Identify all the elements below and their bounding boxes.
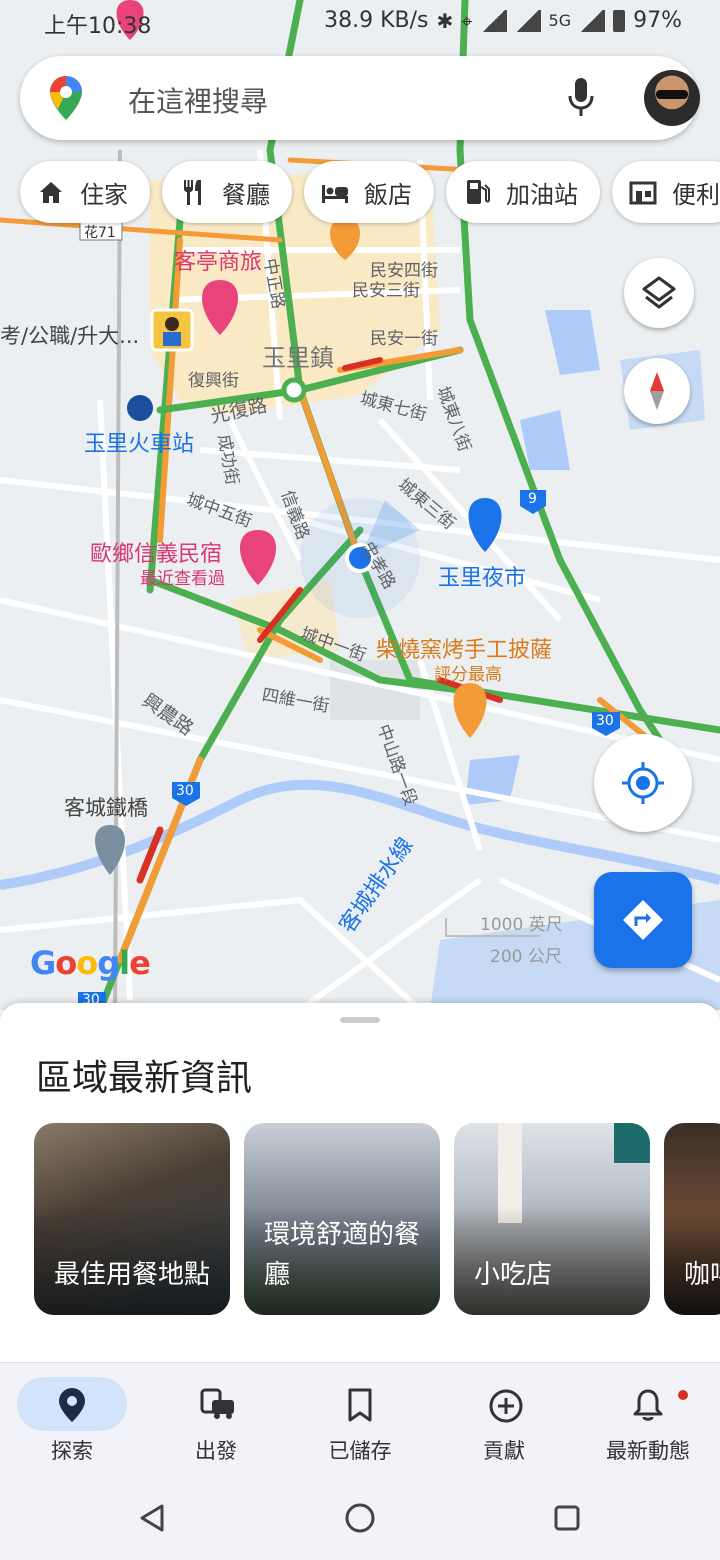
home-circle-icon (345, 1503, 375, 1533)
nav-label: 探索 (51, 1439, 93, 1463)
map-label-night-market[interactable]: 玉里夜市 (438, 560, 526, 592)
signal-icon-2 (514, 9, 541, 32)
explore-pin-icon (17, 1377, 127, 1431)
layers-button[interactable] (624, 258, 694, 328)
chip-home[interactable]: 住家 (20, 161, 150, 223)
map-label-hua71: 花71 (84, 225, 116, 241)
chip-gas-station[interactable]: 加油站 (446, 161, 600, 223)
search-bar[interactable]: 在這裡搜尋 (20, 56, 700, 140)
chip-restaurant[interactable]: 餐廳 (162, 161, 292, 223)
hotel-icon (320, 177, 350, 207)
status-bar: 上午10:38 38.9 KB/s ✱ ⌖ 5G 97% (0, 0, 720, 44)
layers-icon (642, 276, 676, 309)
chip-label: 飯店 (364, 180, 412, 209)
map-label-minan1: 民安一街 (370, 329, 438, 349)
chip-store[interactable]: 便利 (612, 161, 720, 223)
card-best-dining[interactable]: 最佳用餐地點 (34, 1123, 230, 1315)
map-label-cram[interactable]: 考/公職/升大... (0, 320, 139, 350)
nav-commute[interactable]: 出發 (144, 1363, 288, 1473)
home-icon (36, 177, 66, 207)
sheet-drag-handle[interactable] (340, 1017, 380, 1023)
signal-icon (480, 9, 507, 32)
card-coffee[interactable]: 咖啡 (664, 1123, 720, 1315)
google-logo: Google (30, 944, 151, 982)
route-shield-30a: 30 (596, 713, 614, 729)
map-label-minan3: 民安三街 (352, 281, 420, 301)
my-location-icon (622, 762, 664, 804)
google-maps-pin-icon (50, 76, 82, 124)
avatar[interactable] (644, 70, 700, 126)
card-cozy-restaurant[interactable]: 環境舒適的餐廳 (244, 1123, 440, 1315)
nav-label: 貢獻 (483, 1439, 525, 1463)
store-icon (628, 177, 658, 207)
route-shield-9: 9 (528, 491, 537, 507)
map-canvas (0, 0, 720, 1010)
explore-cards: 最佳用餐地點 環境舒適的餐廳 小吃店 咖啡 (34, 1123, 720, 1315)
chip-label: 餐廳 (222, 180, 270, 209)
card-label: 環境舒適的餐廳 (264, 1220, 421, 1290)
5g-icon: 5G (548, 11, 572, 30)
notification-dot (678, 1390, 688, 1400)
restaurant-icon (178, 177, 208, 207)
map-label-pizza-sub: 評分最高 (434, 665, 502, 685)
compass-icon (650, 372, 664, 410)
my-location-button[interactable] (594, 734, 692, 832)
nav-label: 出發 (195, 1439, 237, 1463)
compass-button[interactable] (624, 358, 690, 424)
card-label: 咖啡 (684, 1260, 720, 1290)
system-navigation-bar (0, 1472, 720, 1560)
chip-label: 便利 (672, 180, 720, 209)
microphone-icon[interactable] (568, 78, 594, 122)
location-icon: ⌖ (461, 8, 473, 33)
battery-level: 97% (633, 8, 682, 33)
scale-feet: 1000 英尺 (480, 915, 563, 935)
bottom-navigation: 探索 出發 已儲存 貢獻 最新動態 (0, 1362, 720, 1472)
nav-label: 已儲存 (328, 1439, 392, 1463)
route-shield-30b: 30 (176, 783, 194, 799)
category-chips: 住家 餐廳 飯店 加油站 便利 (20, 161, 720, 225)
gas-station-icon (462, 177, 492, 207)
search-input[interactable]: 在這裡搜尋 (128, 80, 268, 120)
bell-icon (593, 1377, 703, 1431)
card-snack-shop[interactable]: 小吃店 (454, 1123, 650, 1315)
add-circle-icon (449, 1377, 559, 1431)
network-speed: 38.9 KB/s (324, 8, 429, 33)
map-label-fuxing: 復興街 (188, 371, 239, 391)
map-label-hotel-kt[interactable]: 客亭商旅 (174, 244, 262, 276)
chip-hotel[interactable]: 飯店 (304, 161, 434, 223)
nav-updates[interactable]: 最新動態 (576, 1363, 720, 1473)
nav-saved[interactable]: 已儲存 (288, 1363, 432, 1473)
scale-meters: 200 公尺 (490, 947, 562, 967)
card-label: 最佳用餐地點 (54, 1260, 211, 1290)
directions-icon (623, 900, 663, 940)
explore-sheet[interactable]: 區域最新資訊 最佳用餐地點 環境舒適的餐廳 小吃店 咖啡 (0, 1003, 720, 1363)
nav-contribute[interactable]: 貢獻 (432, 1363, 576, 1473)
directions-button[interactable] (594, 872, 692, 968)
map-label-bnb-sub: 最近查看過 (140, 569, 225, 589)
bluetooth-icon: ✱ (436, 8, 454, 33)
signal-icon-3 (579, 9, 606, 32)
map-label-bridge[interactable]: 客城鐵橋 (64, 792, 148, 822)
bookmark-icon (305, 1377, 415, 1431)
battery-icon (613, 9, 626, 32)
card-label: 小吃店 (474, 1260, 553, 1290)
sheet-title: 區域最新資訊 (36, 1058, 253, 1099)
recents-icon (554, 1505, 580, 1531)
map-label-town: 玉里鎮 (262, 344, 334, 372)
map-view[interactable]: 玉里鎮 客亭商旅 考/公職/升大... 玉里火車站 歐鄉信義民宿 最近查看過 玉… (0, 0, 720, 1010)
status-time: 上午10:38 (44, 14, 152, 39)
nav-label: 最新動態 (606, 1439, 690, 1463)
back-icon (140, 1504, 164, 1532)
chip-label: 加油站 (506, 180, 578, 209)
chip-label: 住家 (80, 180, 128, 209)
commute-icon (161, 1377, 271, 1431)
map-label-station[interactable]: 玉里火車站 (84, 426, 194, 458)
nav-explore[interactable]: 探索 (0, 1363, 144, 1473)
